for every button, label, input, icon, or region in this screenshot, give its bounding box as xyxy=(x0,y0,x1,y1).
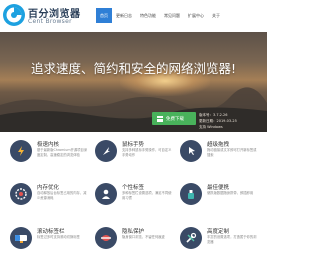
feature-card: 高度定制 丰富的设置选项，打造属于你的浏览器 xyxy=(180,222,260,260)
platform-line: 支持 Windows xyxy=(199,125,223,129)
nav-item-home[interactable]: 首页 xyxy=(96,8,112,23)
feature-title: 内存优化 xyxy=(37,185,60,191)
feature-desc: 便携版数据随身携带，即插即用 xyxy=(207,191,254,195)
lightning-icon xyxy=(10,140,32,162)
user-icon xyxy=(95,183,117,205)
download-label: 免费下载 xyxy=(166,116,184,122)
version-info: 版本号：3.7.2.26 更新日期：2019-03-25 支持 Windows xyxy=(199,112,237,130)
hero-tagline: 追求速度、简约和安全的网络浏览器! xyxy=(30,61,236,76)
nav-item-about[interactable]: 关于 xyxy=(208,8,224,23)
mouse-gesture-icon xyxy=(95,140,117,162)
feature-title: 鼠标手势 xyxy=(122,142,145,148)
feature-desc: 拖动链接或文字即可打开新标签或搜索 xyxy=(207,148,257,157)
features-section: 极速内核 基于最新版Chromium开源项目深度定制，高速稳定的浏览体验 鼠标手… xyxy=(0,132,267,272)
feature-card: 最佳便携 便携版数据随身携带，即插即用 xyxy=(180,178,260,216)
feature-card: 个性标签 多种标签栏设置选项，满足不同使用习惯 xyxy=(95,178,175,216)
main-nav: 首页 更新日志 特色功能 常见问题 扩展中心 关于 xyxy=(96,8,224,23)
feature-card: 内存优化 自动释放后台标签占用的内存，减少资源消耗 xyxy=(10,178,90,216)
scroll-tabs-icon xyxy=(10,227,32,249)
feature-title: 超级拖拽 xyxy=(207,142,230,148)
download-button[interactable]: 免费下载 xyxy=(152,112,196,125)
feature-card: 超级拖拽 拖动链接或文字即可打开新标签或搜索 xyxy=(180,135,260,173)
brand-name-english: Cent Browser xyxy=(28,18,72,25)
feature-title: 个性标签 xyxy=(122,185,145,191)
portable-icon xyxy=(180,183,202,205)
cent-browser-logo[interactable] xyxy=(2,3,26,27)
feature-desc: 丰富的设置选项，打造属于你的浏览器 xyxy=(207,235,257,244)
nav-item-features[interactable]: 特色功能 xyxy=(136,8,160,23)
feature-desc: 基于最新版Chromium开源项目深度定制，高速稳定的浏览体验 xyxy=(37,148,88,157)
feature-desc: 多种标签栏设置选项，满足不同使用习惯 xyxy=(122,191,172,200)
drag-icon xyxy=(180,140,202,162)
hero-banner: 追求速度、简约和安全的网络浏览器! 免费下载 版本号：3.7.2.26 更新日期… xyxy=(0,32,267,132)
feature-title: 滚动标签栏 xyxy=(37,229,65,235)
feature-card: 隐私保护 隐身窗口浏览，不留任何痕迹 xyxy=(95,222,175,260)
feature-desc: 标签过多时支持滚动切换标签 xyxy=(37,235,80,239)
feature-title: 高度定制 xyxy=(207,229,230,235)
tools-icon xyxy=(180,227,202,249)
feature-card: 滚动标签栏 标签过多时支持滚动切换标签 xyxy=(10,222,90,260)
feature-desc: 自动释放后台标签占用的内存，减少资源消耗 xyxy=(37,191,87,200)
memory-icon xyxy=(10,183,32,205)
nav-item-changelog[interactable]: 更新日志 xyxy=(112,8,136,23)
feature-desc: 支持多种鼠标手势操作，可自定义手势动作 xyxy=(122,148,172,157)
feature-title: 最佳便携 xyxy=(207,185,230,191)
top-header: 百分浏览器 Cent Browser 首页 更新日志 特色功能 常见问题 扩展中… xyxy=(0,0,267,32)
feature-title: 极速内核 xyxy=(37,142,60,148)
feature-card: 鼠标手势 支持多种鼠标手势操作，可自定义手势动作 xyxy=(95,135,175,173)
feature-desc: 隐身窗口浏览，不留任何痕迹 xyxy=(122,235,165,239)
feature-title: 隐私保护 xyxy=(122,229,145,235)
nav-item-extensions[interactable]: 扩展中心 xyxy=(184,8,208,23)
windows-icon xyxy=(157,115,163,122)
privacy-icon xyxy=(95,227,117,249)
nav-item-faq[interactable]: 常见问题 xyxy=(160,8,184,23)
feature-card: 极速内核 基于最新版Chromium开源项目深度定制，高速稳定的浏览体验 xyxy=(10,135,90,173)
